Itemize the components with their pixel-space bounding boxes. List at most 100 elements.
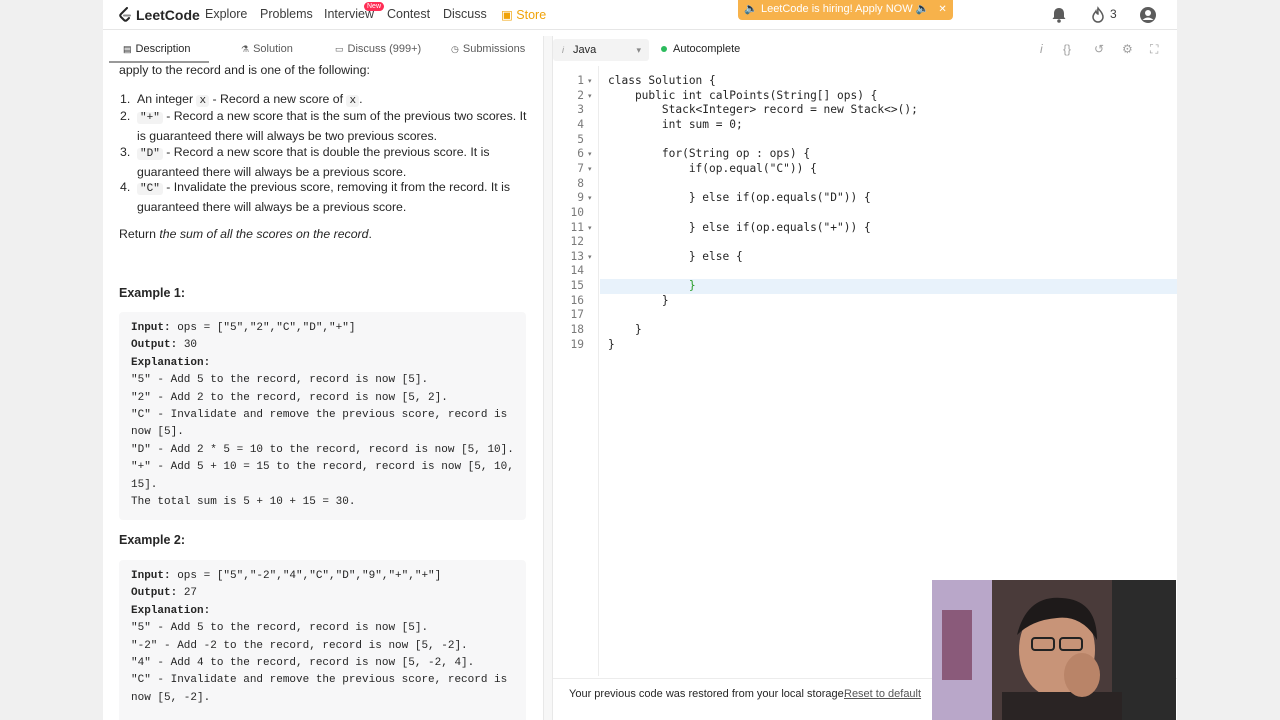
fold-chevron-icon[interactable]: ▾ (588, 77, 592, 85)
inline-code: "C" (137, 183, 163, 195)
fold-chevron-icon[interactable]: ▾ (588, 150, 592, 158)
line-number: 11 (570, 220, 584, 234)
line-number: 15 (570, 279, 584, 293)
close-icon[interactable]: ✕ (938, 4, 946, 15)
autocomplete-toggle[interactable]: Autocomplete (661, 43, 740, 55)
avatar-icon[interactable] (1138, 5, 1158, 25)
explanation-line: The total sum is 5 + 10 + 15 = 30. (131, 496, 356, 509)
explanation-line: "C" - Invalidate and remove the previous… (131, 409, 514, 439)
code-line[interactable]: } (608, 294, 669, 307)
return-text: . (368, 227, 372, 241)
example2-box: Input: ops = ["5","-2","4","C","D","9","… (119, 560, 526, 720)
line-number: 3 (577, 103, 584, 117)
nav-explore[interactable]: Explore (205, 7, 247, 21)
code-line[interactable]: if(op.equal("C")) { (608, 162, 817, 175)
example1-box: Input: ops = ["5","2","C","D","+"] Outpu… (119, 312, 526, 520)
fold-chevron-icon[interactable]: ▾ (588, 224, 592, 232)
line-number: 2 (577, 88, 584, 102)
code-line[interactable]: public int calPoints(String[] ops) { (608, 89, 877, 102)
list-item: 3. "D" - Record a new score that is doub… (120, 144, 529, 181)
hiring-banner[interactable]: 🔈 LeetCode is hiring! Apply NOW 🔈 ✕ (738, 0, 953, 20)
language-value: Java (573, 44, 597, 56)
list-number: 1. (120, 92, 131, 106)
line-number: 13 (570, 249, 584, 263)
explanation-line: "5" - Add 5 to the record, record is now… (131, 622, 429, 635)
item-text: - Invalidate the previous score, removin… (137, 180, 511, 214)
code-line[interactable]: } else if(op.equals("D")) { (608, 191, 871, 204)
example2-label: Example 2: (119, 533, 186, 547)
line-number: 8 (577, 176, 584, 190)
code-line[interactable]: } (608, 338, 615, 351)
reset-icon[interactable]: ↺ (1094, 42, 1104, 56)
braces-icon[interactable]: {} (1063, 42, 1071, 56)
line-number: 19 (570, 337, 584, 351)
fire-icon[interactable] (1088, 5, 1108, 25)
item-text: An integer (137, 92, 197, 106)
tab-description[interactable]: ▤ Description (123, 43, 191, 55)
autocomplete-label: Autocomplete (673, 43, 741, 55)
nav-problems[interactable]: Problems (260, 7, 313, 21)
store-label: Store (516, 8, 547, 22)
input-label: Input: (131, 570, 171, 582)
line-number: 12 (570, 235, 584, 249)
code-line[interactable]: Stack<Integer> record = new Stack<>(); (608, 103, 918, 116)
code-line[interactable]: class Solution { (608, 74, 716, 87)
inline-code: "D" (137, 148, 163, 160)
list-number: 4. (120, 180, 131, 194)
fold-chevron-icon[interactable]: ▾ (588, 165, 592, 173)
code-line[interactable]: } else if(op.equals("+")) { (608, 221, 871, 234)
language-select[interactable]: i Java ▾ (553, 39, 649, 61)
code-line[interactable]: } (608, 279, 696, 292)
explanation-line: "C" - Invalidate and remove the previous… (131, 674, 514, 704)
tab-description-label: Description (135, 43, 191, 55)
list-number: 2. (120, 109, 131, 123)
list-item: 2. "+" - Record a new score that is the … (120, 108, 529, 145)
fullscreen-icon[interactable]: ⛶ (1150, 42, 1158, 57)
tab-submissions[interactable]: ◷ Submissions (451, 43, 525, 55)
nav-contest[interactable]: Contest (387, 7, 430, 21)
bell-icon[interactable] (1049, 5, 1069, 25)
info-icon[interactable]: i (1040, 42, 1043, 56)
explanation-line: "D" - Add 2 * 5 = 10 to the record, reco… (131, 443, 514, 456)
fold-chevron-icon[interactable]: ▾ (588, 253, 592, 261)
line-number: 1 (577, 74, 584, 87)
explanation-label: Explanation: (131, 604, 211, 617)
tab-discuss-label: Discuss (999+) (347, 43, 422, 55)
explanation-line: "5" - Add 5 to the record, record is now… (131, 374, 429, 387)
return-text: Return (119, 227, 160, 241)
code-line[interactable]: } (608, 323, 642, 336)
line-number: 9 (577, 191, 584, 205)
brand-logo[interactable]: LeetCode (118, 6, 200, 24)
line-number-gutter: 1 ▾ 2 ▾ 3 4 5 6 ▾ 7 ▾ 8 9 ▾ 10 11 ▾ 12 13 ▾ 14 15 16 17 18 19 (553, 66, 599, 676)
example1-label: Example 1: (119, 286, 186, 300)
code-line[interactable]: } else { (608, 250, 743, 263)
gear-icon[interactable]: ⚙ (1122, 42, 1133, 56)
explanation-line: "-2" - Add -2 to the record, record is n… (131, 639, 468, 652)
item-text: - Record a new score that is the sum of … (137, 109, 527, 143)
code-line[interactable]: int sum = 0; (608, 118, 743, 131)
list-item: 4. "C" - Invalidate the previous score, … (120, 179, 529, 216)
panel-resize-handle[interactable] (543, 36, 553, 720)
fold-chevron-icon[interactable]: ▾ (588, 194, 592, 202)
code-line[interactable]: for(String op : ops) { (608, 147, 810, 160)
problem-tabs: ▤ Description ⚗ Solution ▭ Discuss (999+… (103, 36, 541, 63)
line-number: 17 (570, 308, 584, 322)
return-statement: Return the sum of all the scores on the … (119, 226, 529, 244)
tab-submissions-label: Submissions (462, 43, 526, 55)
tab-solution[interactable]: ⚗ Solution (241, 43, 293, 55)
restore-message: Your previous code was restored from you… (569, 688, 847, 700)
line-number: 10 (570, 205, 584, 219)
item-text: - Record a new score that is double the … (137, 145, 490, 179)
nav-store[interactable]: ▣ Store (501, 7, 546, 22)
reset-to-default-link[interactable]: Reset to default (844, 688, 921, 700)
description-icon: ▤ (123, 43, 132, 54)
list-number: 3. (120, 145, 131, 159)
fold-chevron-icon[interactable]: ▾ (588, 92, 592, 100)
output-label: Output: (131, 339, 178, 352)
flask-icon: ⚗ (241, 43, 250, 54)
line-number: 5 (577, 132, 584, 146)
brand-name: LeetCode (136, 7, 200, 23)
explanation-label: Explanation: (131, 356, 211, 369)
nav-discuss[interactable]: Discuss (443, 7, 487, 21)
tab-discuss[interactable]: ▭ Discuss (999+) (335, 43, 421, 55)
